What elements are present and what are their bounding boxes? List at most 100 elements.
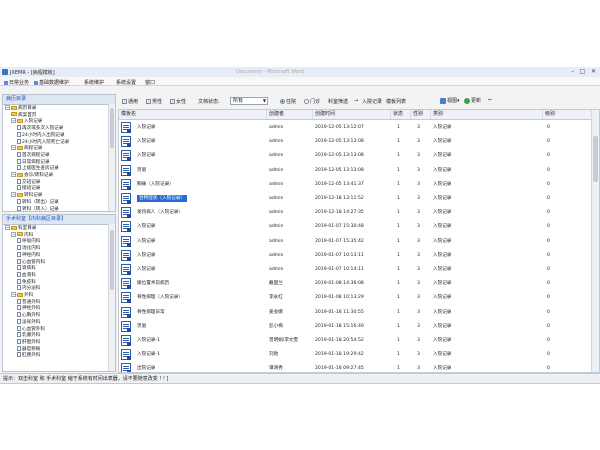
expand-collapse-icon[interactable]: − xyxy=(5,105,10,110)
radio-inpatient[interactable]: 住院 xyxy=(280,98,296,105)
table-row[interactable]: 入院记录-1 曾明娟/李文雯 2019-01-18 20:54:52 1 3 入院记录 0 xyxy=(119,333,593,348)
tree-item[interactable]: 肛肠外科 xyxy=(17,352,40,359)
table-row[interactable]: 入院记录 admin 2019-01-07 10:13:11 1 3 入院记录 0 xyxy=(119,248,593,263)
tree-item[interactable]: 转科（转入）记录 xyxy=(17,205,59,212)
document-icon xyxy=(121,193,131,204)
menu-system-maintenance[interactable]: 系统维护 xyxy=(84,79,104,86)
cell-time: 2019-12-18 14:27:35 xyxy=(315,205,364,220)
menu-window[interactable]: 窗口 xyxy=(145,79,155,86)
expand-collapse-icon[interactable]: − xyxy=(11,145,16,151)
refresh-button[interactable]: 更新 xyxy=(464,97,481,104)
department-tree-scrollbar[interactable] xyxy=(108,224,115,371)
cell-text: 2019-01-08 14:36:08 xyxy=(315,281,364,287)
expand-collapse-icon[interactable]: − xyxy=(11,292,16,297)
cell-level: 0 xyxy=(547,248,550,263)
column-header-creator[interactable]: 创建者 xyxy=(267,110,313,119)
table-row[interactable]: 入院记录-1 刘勋 2019-01-18 19:29:42 1 3 入院记录 0 xyxy=(119,347,593,362)
column-header-time[interactable]: 创建时间 xyxy=(313,110,391,119)
table-row[interactable]: 页眉 admin 2019-12-05 13:13:08 1 3 入院记录 0 xyxy=(119,163,593,178)
table-scrollbar[interactable] xyxy=(591,110,599,372)
cell-text: 入院记录 xyxy=(433,224,452,230)
folder-icon xyxy=(17,118,23,123)
cell-time: 2019-01-07 10:14:11 xyxy=(315,262,364,277)
cell-creator: admin xyxy=(269,177,283,192)
table-row[interactable]: 入院记录 admin 2019-12-05 13:13:08 1 3 入院记录 0 xyxy=(119,148,593,163)
cell-status: 1 xyxy=(397,262,400,277)
tree-item-label: 上级医生查房记录 xyxy=(22,166,59,172)
table-row[interactable]: 胸痛（入院记录） admin 2019-12-05 13:41:37 1 3 入院记录 0 xyxy=(119,177,593,192)
minimize-button[interactable]: – xyxy=(568,68,577,75)
table-row[interactable]: 发热病人（入院记录） admin 2019-12-18 14:27:35 1 3 入院记录… xyxy=(119,205,593,220)
expand-collapse-icon[interactable]: − xyxy=(11,118,16,124)
menu-base-data[interactable]: 基础数据维护 xyxy=(34,79,69,86)
cell-level: 0 xyxy=(547,134,550,149)
cell-text: 0 xyxy=(547,139,550,145)
scroll-thumb[interactable] xyxy=(110,230,114,290)
table-row[interactable]: 页眉 彭小梅 2019-01-18 15:16:49 1 3 入院记录 0 xyxy=(119,319,593,334)
checkbox-female[interactable]: ✓ 女性 xyxy=(170,98,186,105)
table-row[interactable]: 甘特症状（入院记录） admin 2019-12-18 13:11:52 1 3 入院记录… xyxy=(119,191,593,206)
column-header-status[interactable]: 状态 xyxy=(391,110,411,119)
tree-item-label: 乳腺外科 xyxy=(22,333,41,339)
document-icon xyxy=(121,249,131,261)
cell-text: 3 xyxy=(417,210,420,216)
table-row[interactable]: 入院记录 admin 2019-01-07 10:14:11 1 3 入院记录 0 xyxy=(119,262,593,277)
cell-level: 0 xyxy=(547,305,550,320)
column-header-name[interactable]: 模板名 xyxy=(119,110,267,119)
document-icon xyxy=(121,335,131,346)
expand-collapse-icon[interactable]: − xyxy=(11,192,16,198)
cell-text: 3 xyxy=(417,196,420,201)
document-icon xyxy=(121,235,131,247)
table-row[interactable]: 入院记录 admin 2019-01-07 15:30:48 1 3 入院记录 0 xyxy=(119,219,593,234)
cell-gender: 3 xyxy=(417,191,420,206)
table-row[interactable]: 入院记录 admin 2019-01-07 15:35:42 1 3 入院记录 0 xyxy=(119,234,593,249)
expand-collapse-icon[interactable]: − xyxy=(5,225,10,230)
menu-daily-business[interactable]: 日常业务 xyxy=(4,79,29,86)
column-header-level[interactable]: 级别 xyxy=(543,110,593,119)
tree-item-label: 接班记录 xyxy=(22,186,41,192)
cell-creator: 曾明娟/李文雯 xyxy=(269,333,298,348)
scroll-thumb[interactable] xyxy=(593,136,598,182)
cell-level: 0 xyxy=(547,205,550,220)
scroll-thumb[interactable] xyxy=(110,108,114,148)
document-icon xyxy=(121,122,131,133)
radio-outpatient[interactable]: 门诊 xyxy=(304,98,320,105)
template-table: 模板名 创建者 创建时间 状态 性别 类别 级别 入院记录 admin 2019-1… xyxy=(118,109,600,373)
table-row[interactable]: 出院记录 谭清秀 2019-01-18 09:27:45 1 3 入院记录 0 xyxy=(119,361,593,372)
table-row[interactable]: 骨性病理（入院记录） 李永红 2019-01-08 10:13:29 1 3 入院记录 0 xyxy=(119,290,593,305)
table-row[interactable]: 入院记录 admin 2019-12-05 13:13:08 1 3 入院记录 0 xyxy=(119,134,593,149)
expand-collapse-icon[interactable]: − xyxy=(11,231,16,237)
column-header-type[interactable]: 类别 xyxy=(431,110,543,119)
column-header-gender[interactable]: 性别 xyxy=(411,110,431,119)
checkbox-male[interactable]: ✓ 男性 xyxy=(146,98,162,105)
cell-text: 0 xyxy=(547,238,550,244)
cell-text: 1 xyxy=(397,252,400,258)
cell-name: 眼位置术前病历 xyxy=(137,276,169,291)
expand-collapse-icon[interactable]: − xyxy=(11,172,16,177)
cell-time: 2019-12-05 13:12:07 xyxy=(315,120,364,135)
record-tree-scrollbar[interactable] xyxy=(108,104,115,211)
cell-name: 发热病人（入院记录） xyxy=(137,205,183,220)
maximize-button[interactable]: □ xyxy=(578,68,587,75)
cell-text: 戴国兰 xyxy=(269,281,283,287)
cell-time: 2019-01-18 20:54:52 xyxy=(315,333,364,348)
view-button[interactable]: 视图▾ xyxy=(440,97,460,104)
back-button[interactable]: ⇐ xyxy=(488,97,492,103)
tree-item-label: 转科（转入）记录 xyxy=(22,206,59,212)
cell-text: 2019-12-18 13:11:52 xyxy=(315,196,364,201)
cell-type: 入院记录 xyxy=(433,177,451,192)
table-row[interactable]: 骨性病理日常 姜会娜 2019-01-18 11:30:55 1 3 入院记录 0 xyxy=(119,305,593,320)
menu-system-settings[interactable]: 系统设置 xyxy=(116,79,136,86)
close-button[interactable]: ✕ xyxy=(589,68,598,75)
folder-icon xyxy=(17,172,23,177)
table-row[interactable]: 入院记录 admin 2019-12-05 13:12:07 1 3 入院记录 0 xyxy=(119,120,593,135)
cell-text: 入院记录 xyxy=(137,252,156,258)
cell-text: 1 xyxy=(397,210,400,216)
dept-filter-button[interactable]: 科室筛选 xyxy=(328,98,348,105)
cell-text: 出院记录 xyxy=(137,366,156,372)
doc-status-select[interactable]: 所有 ▼ xyxy=(230,97,268,105)
document-icon xyxy=(17,245,21,251)
table-header: 模板名 创建者 创建时间 状态 性别 类别 级别 xyxy=(119,110,593,120)
checkbox-general[interactable]: ✓ 通用 xyxy=(122,98,138,105)
table-row[interactable]: 眼位置术前病历 戴国兰 2019-01-08 14:36:08 1 3 入院记录 0 xyxy=(119,276,593,291)
